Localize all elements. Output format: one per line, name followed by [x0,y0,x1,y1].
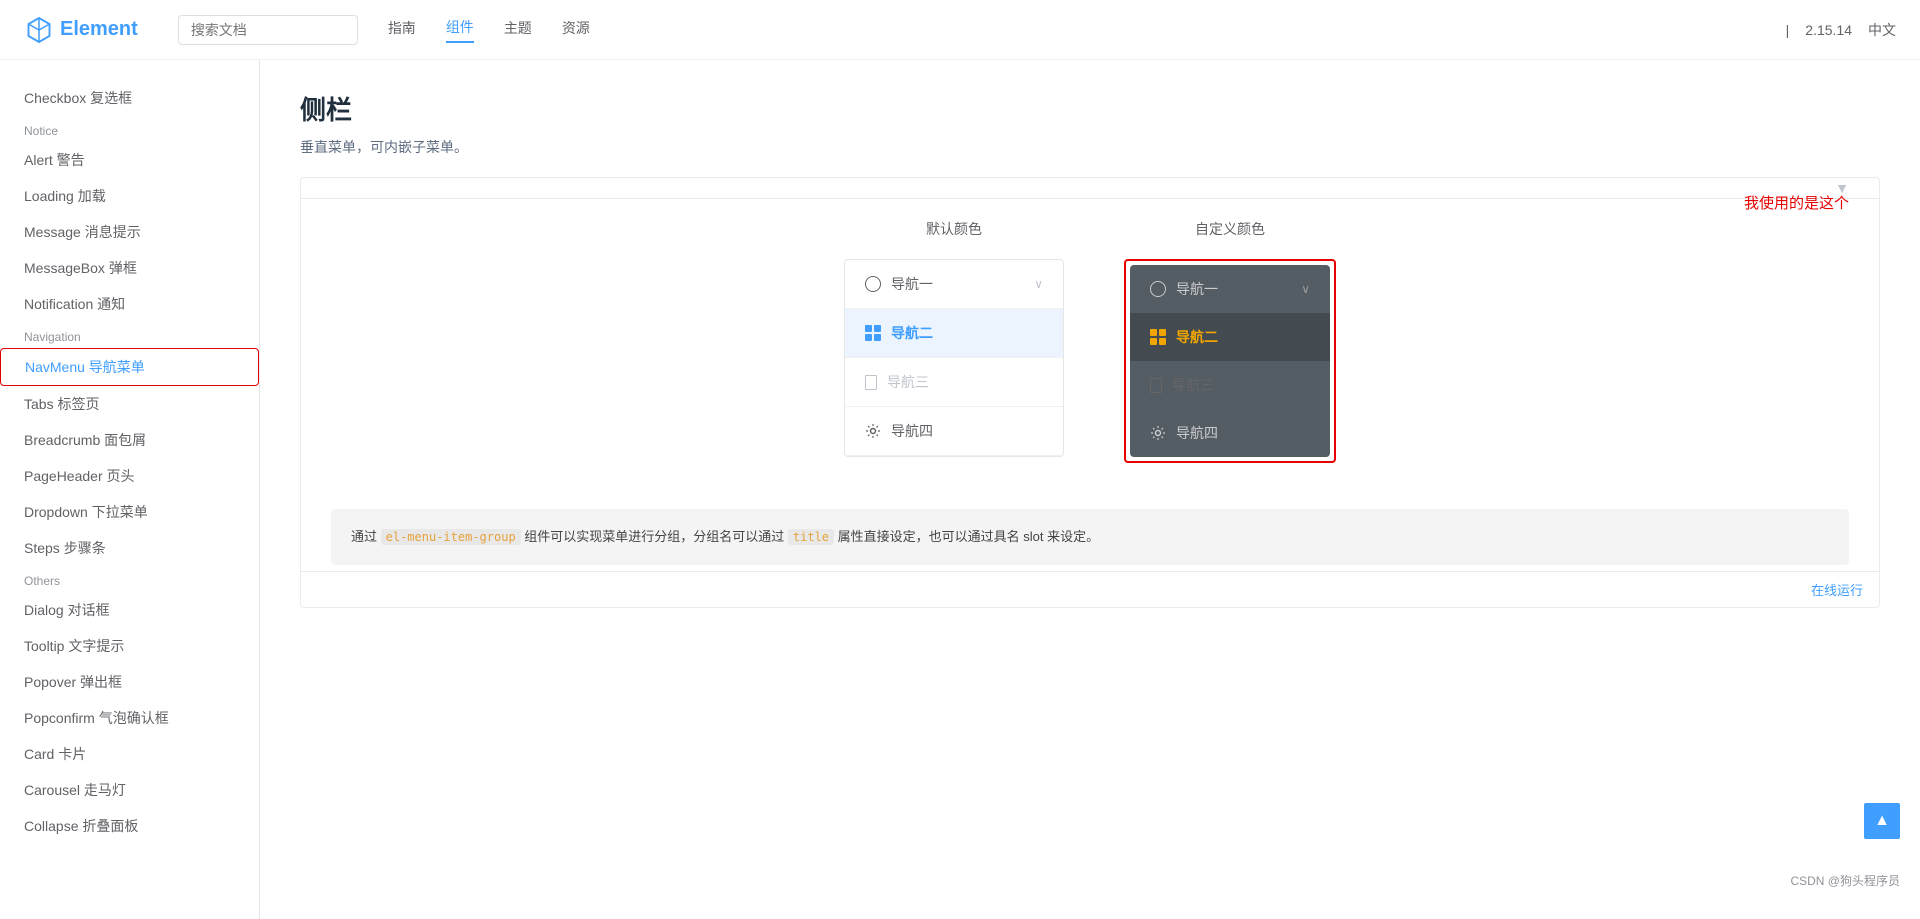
default-menu-item-1[interactable]: 导航一 ∨ [845,260,1063,309]
dark-menu-item-3: 导航三 [1130,361,1330,409]
demo-block: ▼ 我使用的是这个 默认颜色 导航一 ∨ [300,177,1880,608]
default-color-label: 默认颜色 [926,219,982,239]
demo-custom-color-col: 自定义颜色 导航一 ∨ [1124,219,1336,463]
dark-nav1-chevron-icon: ∨ [1301,282,1310,296]
sidebar-category-notice: Notice [0,116,259,142]
dark-nav3-label: 导航三 [1172,375,1214,395]
sidebar-item-tabs[interactable]: Tabs 标签页 [0,386,259,422]
custom-color-label: 自定义颜色 [1195,219,1265,239]
sidebar-item-checkbox[interactable]: Checkbox 复选框 [0,80,259,116]
dark-menu: 导航一 ∨ [1130,265,1330,457]
scroll-up-icon: ▲ [1874,812,1890,830]
info-box-wrapper: 通过 el-menu-item-group 组件可以实现菜单进行分组，分组名可以… [301,483,1879,571]
info-text-3: 属性直接设定，也可以通过具名 slot 来设定。 [834,529,1099,544]
custom-menu-highlight-box: 导航一 ∨ [1124,259,1336,463]
nav1-label: 导航一 [891,274,933,294]
sidebar-category-navigation: Navigation [0,322,259,348]
info-code-1: el-menu-item-group [381,529,521,545]
nav-item-theme[interactable]: 主题 [504,18,532,42]
logo-icon [24,15,54,45]
sidebar-item-dropdown[interactable]: Dropdown 下拉菜单 [0,494,259,530]
scroll-up-button[interactable]: ▲ [1864,803,1900,839]
sidebar-section-others: Others Dialog 对话框 Tooltip 文字提示 Popover 弹… [0,566,259,844]
page-description: 垂直菜单，可内嵌子菜单。 [300,137,1880,157]
default-menu-item-2[interactable]: 导航二 [845,309,1063,358]
sidebar-category-others: Others [0,566,259,592]
sidebar-item-carousel[interactable]: Carousel 走马灯 [0,772,259,808]
sidebar-item-popconfirm[interactable]: Popconfirm 气泡确认框 [0,700,259,736]
dark-nav1-circle-icon [1150,281,1166,297]
info-code-2: title [788,529,834,545]
header-nav: 指南 组件 主题 资源 [388,17,590,43]
demo-top-bar: ▼ [301,178,1879,199]
layout: Checkbox 复选框 Notice Alert 警告 Loading 加载 … [0,60,1920,658]
sidebar-item-loading[interactable]: Loading 加载 [0,178,259,214]
demo-inner: 默认颜色 导航一 ∨ [301,199,1879,483]
csdn-footer: CSDN @狗头程序员 [1790,872,1900,889]
nav4-gear-icon [865,423,881,439]
default-menu-item-3: 导航三 [845,358,1063,407]
sidebar-item-breadcrumb[interactable]: Breadcrumb 面包屑 [0,422,259,458]
sidebar-section-navigation: Navigation NavMenu 导航菜单 Tabs 标签页 Breadcr… [0,322,259,566]
dark-nav4-label: 导航四 [1176,423,1218,443]
dark-nav2-grid-icon [1150,329,1166,345]
logo-text: Element [60,18,138,41]
info-text-2: 组件可以实现菜单进行分组，分组名可以通过 [521,529,788,544]
dark-menu-item-2[interactable]: 导航二 [1130,313,1330,361]
sidebar-item-alert[interactable]: Alert 警告 [0,142,259,178]
dark-nav1-label: 导航一 [1176,279,1218,299]
page-title: 侧栏 [300,90,1880,127]
sidebar-item-steps[interactable]: Steps 步骤条 [0,530,259,566]
sidebar-item-message[interactable]: Message 消息提示 [0,214,259,250]
run-online-link[interactable]: 在线运行 [301,571,1879,607]
sidebar-section-notice: Notice Alert 警告 Loading 加载 Message 消息提示 … [0,116,259,322]
nav1-chevron-icon: ∨ [1034,277,1043,291]
sidebar-item-messagebox[interactable]: MessageBox 弹框 [0,250,259,286]
nav3-label: 导航三 [887,372,929,392]
nav2-grid-icon [865,325,881,341]
nav-item-components[interactable]: 组件 [446,17,474,43]
dark-nav2-label: 导航二 [1176,327,1218,347]
sidebar-item-pageheader[interactable]: PageHeader 页头 [0,458,259,494]
version-divider: | [1786,22,1790,38]
version-select[interactable]: 2.15.14 [1805,22,1852,38]
nav2-label: 导航二 [891,323,933,343]
sidebar-item-notification[interactable]: Notification 通知 [0,286,259,322]
sidebar-item-tooltip[interactable]: Tooltip 文字提示 [0,628,259,664]
header-right: | 2.15.14 中文 [1786,20,1896,40]
header: Element 指南 组件 主题 资源 | 2.15.14 中文 [0,0,1920,60]
sidebar-item-popover[interactable]: Popover 弹出框 [0,664,259,700]
sidebar-item-dialog[interactable]: Dialog 对话框 [0,592,259,628]
nav1-circle-icon [865,276,881,292]
info-box: 通过 el-menu-item-group 组件可以实现菜单进行分组，分组名可以… [331,509,1849,565]
dark-nav3-doc-icon [1150,378,1162,393]
nav-item-guide[interactable]: 指南 [388,18,416,42]
nav3-doc-icon [865,375,877,390]
dark-nav4-gear-icon [1150,425,1166,441]
default-menu-item-4[interactable]: 导航四 [845,407,1063,456]
default-menu: 导航一 ∨ [844,259,1064,457]
sidebar-item-collapse[interactable]: Collapse 折叠面板 [0,808,259,844]
info-text-1: 通过 [351,529,381,544]
language-select[interactable]: 中文 [1868,20,1896,40]
sidebar-category-checkbox: Checkbox 复选框 [0,80,259,116]
nav4-label: 导航四 [891,421,933,441]
dark-menu-item-4[interactable]: 导航四 [1130,409,1330,457]
dark-menu-item-1[interactable]: 导航一 ∨ [1130,265,1330,313]
sidebar-item-navmenu[interactable]: NavMenu 导航菜单 [0,348,259,386]
search-input[interactable] [178,15,358,45]
nav-item-resources[interactable]: 资源 [562,18,590,42]
main-content: 侧栏 垂直菜单，可内嵌子菜单。 ▼ 我使用的是这个 默认颜色 [260,60,1920,658]
sidebar-item-card[interactable]: Card 卡片 [0,736,259,772]
sidebar: Checkbox 复选框 Notice Alert 警告 Loading 加载 … [0,60,260,919]
demo-default-color-col: 默认颜色 导航一 ∨ [844,219,1064,463]
logo[interactable]: Element [24,15,138,45]
demo-annotation: 我使用的是这个 [1744,192,1849,213]
